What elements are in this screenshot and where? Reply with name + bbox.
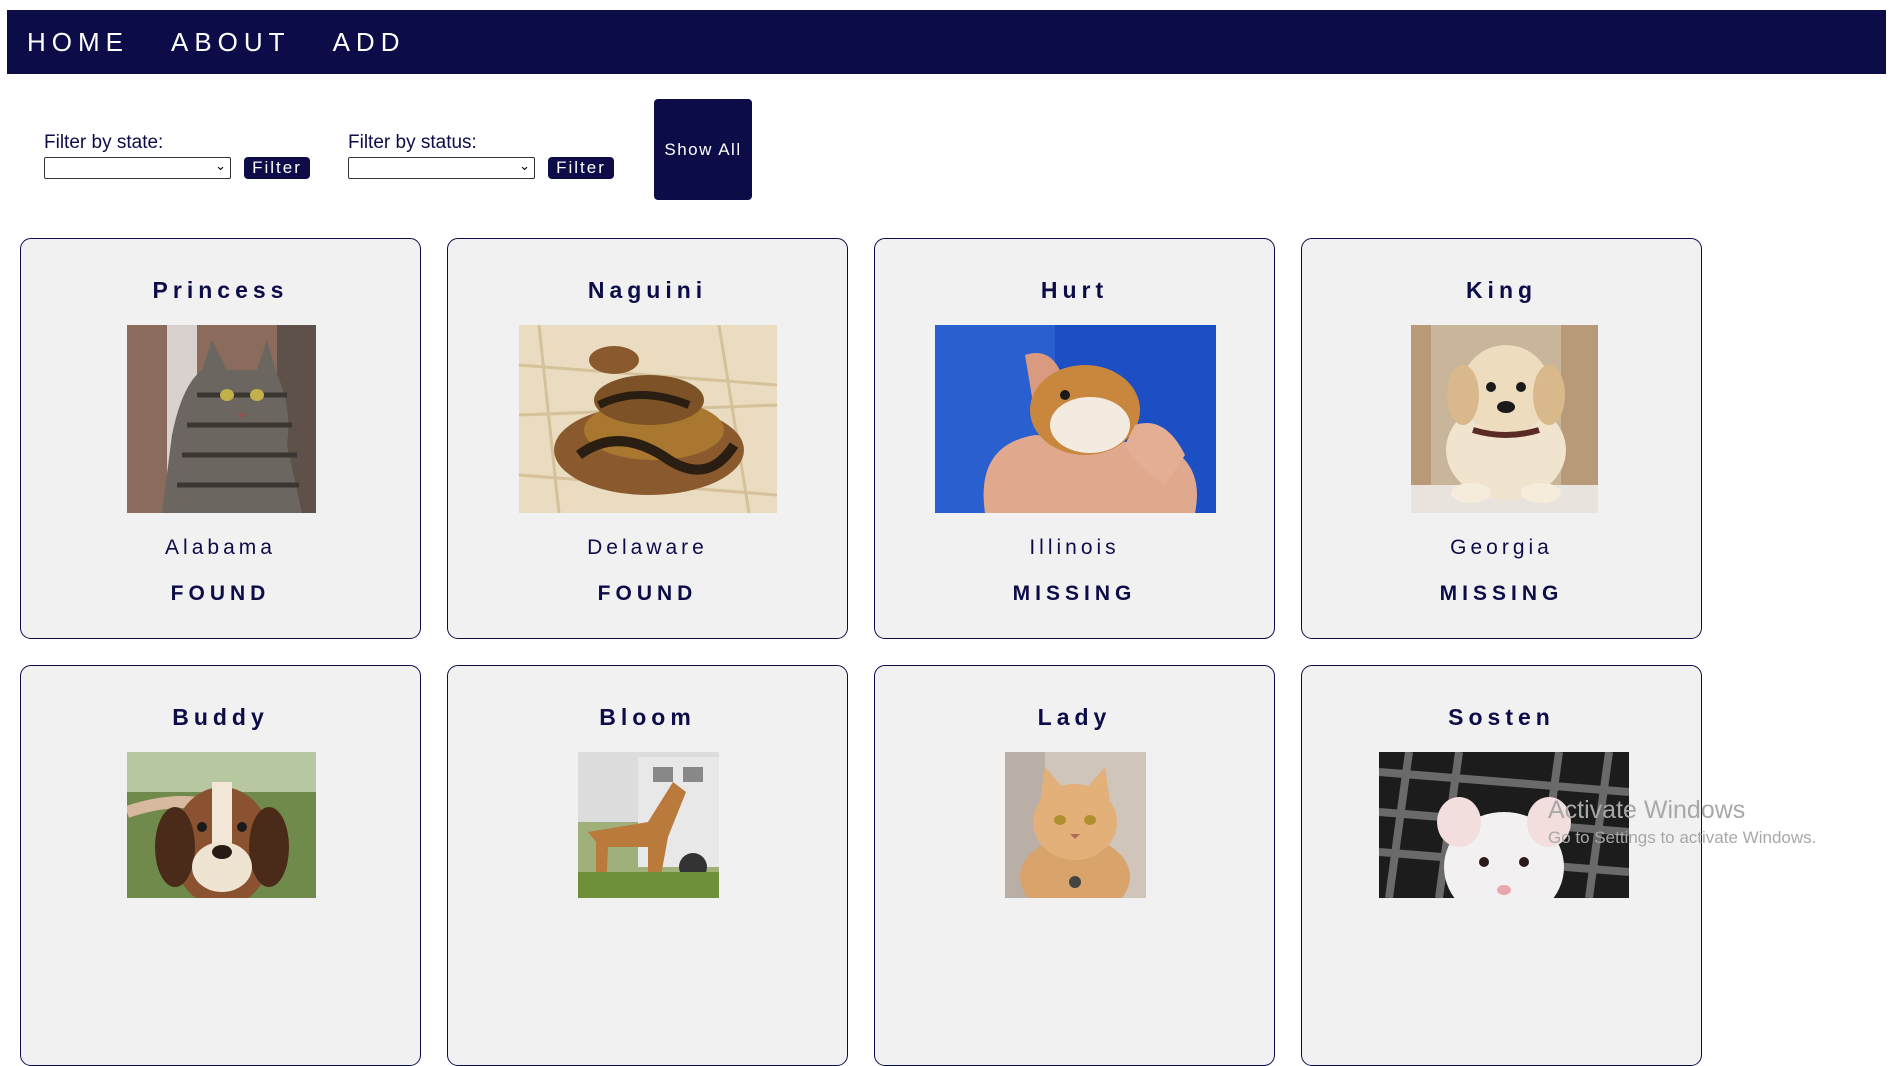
state-filter-label: Filter by state:	[44, 132, 164, 153]
pet-state: Georgia	[1450, 536, 1553, 559]
pet-name: Bloom	[599, 704, 696, 730]
palomino-horse-photo	[578, 752, 719, 898]
status-filter-group: Filter by status: ⌄ Filter	[348, 131, 614, 179]
chevron-down-icon: ⌄	[519, 159, 530, 174]
pet-card[interactable]: Buddy	[20, 665, 421, 1066]
pet-status: FOUND	[170, 582, 271, 605]
status-filter-select[interactable]: ⌄	[348, 157, 535, 179]
beagle-hound-dog-photo	[127, 752, 316, 898]
state-filter-button[interactable]: Filter	[244, 157, 310, 179]
nav-add-link[interactable]: ADD	[333, 27, 406, 58]
status-filter-button[interactable]: Filter	[548, 157, 614, 179]
pet-card[interactable]: Bloom	[447, 665, 848, 1066]
pet-status: MISSING	[1012, 582, 1137, 605]
state-filter-select[interactable]: ⌄	[44, 157, 231, 179]
orange-cat-photo	[1005, 752, 1146, 898]
nav-home-link[interactable]: HOME	[27, 27, 129, 58]
pet-state: Illinois	[1029, 536, 1120, 559]
show-all-button[interactable]: Show All	[654, 99, 752, 200]
chevron-down-icon: ⌄	[215, 159, 226, 174]
pet-name: Princess	[152, 277, 289, 303]
golden-retriever-puppy-photo	[1411, 325, 1598, 513]
hamster-in-hands-photo	[935, 325, 1216, 513]
tabby-cat-photo	[127, 325, 316, 513]
pet-name: Sosten	[1448, 704, 1555, 730]
pet-card[interactable]: Princess Alabama FOUND	[20, 238, 421, 639]
pet-state: Alabama	[165, 536, 276, 559]
pet-card[interactable]: Sosten	[1301, 665, 1702, 1066]
pet-status: MISSING	[1439, 582, 1564, 605]
state-filter-group: Filter by state: ⌄ Filter	[44, 131, 310, 179]
pet-name: Hurt	[1040, 277, 1109, 303]
pet-card[interactable]: King Georgia MISSING	[1301, 238, 1702, 639]
ball-python-snake-photo	[519, 325, 777, 513]
pet-state: Delaware	[587, 536, 708, 559]
pet-name: Naguini	[587, 277, 708, 303]
nav-about-link[interactable]: ABOUT	[171, 27, 291, 58]
pet-status: FOUND	[597, 582, 698, 605]
pet-card[interactable]: Naguini Delaware FOUND	[447, 238, 848, 639]
top-navbar: HOME ABOUT ADD	[7, 10, 1886, 74]
status-filter-label: Filter by status:	[348, 132, 477, 153]
pet-name: Lady	[1037, 704, 1112, 730]
pet-name: King	[1465, 277, 1538, 303]
white-rat-photo	[1379, 752, 1629, 898]
pet-card[interactable]: Hurt Illinois MISSING	[874, 238, 1275, 639]
pet-name: Buddy	[172, 704, 269, 730]
pet-card[interactable]: Lady	[874, 665, 1275, 1066]
